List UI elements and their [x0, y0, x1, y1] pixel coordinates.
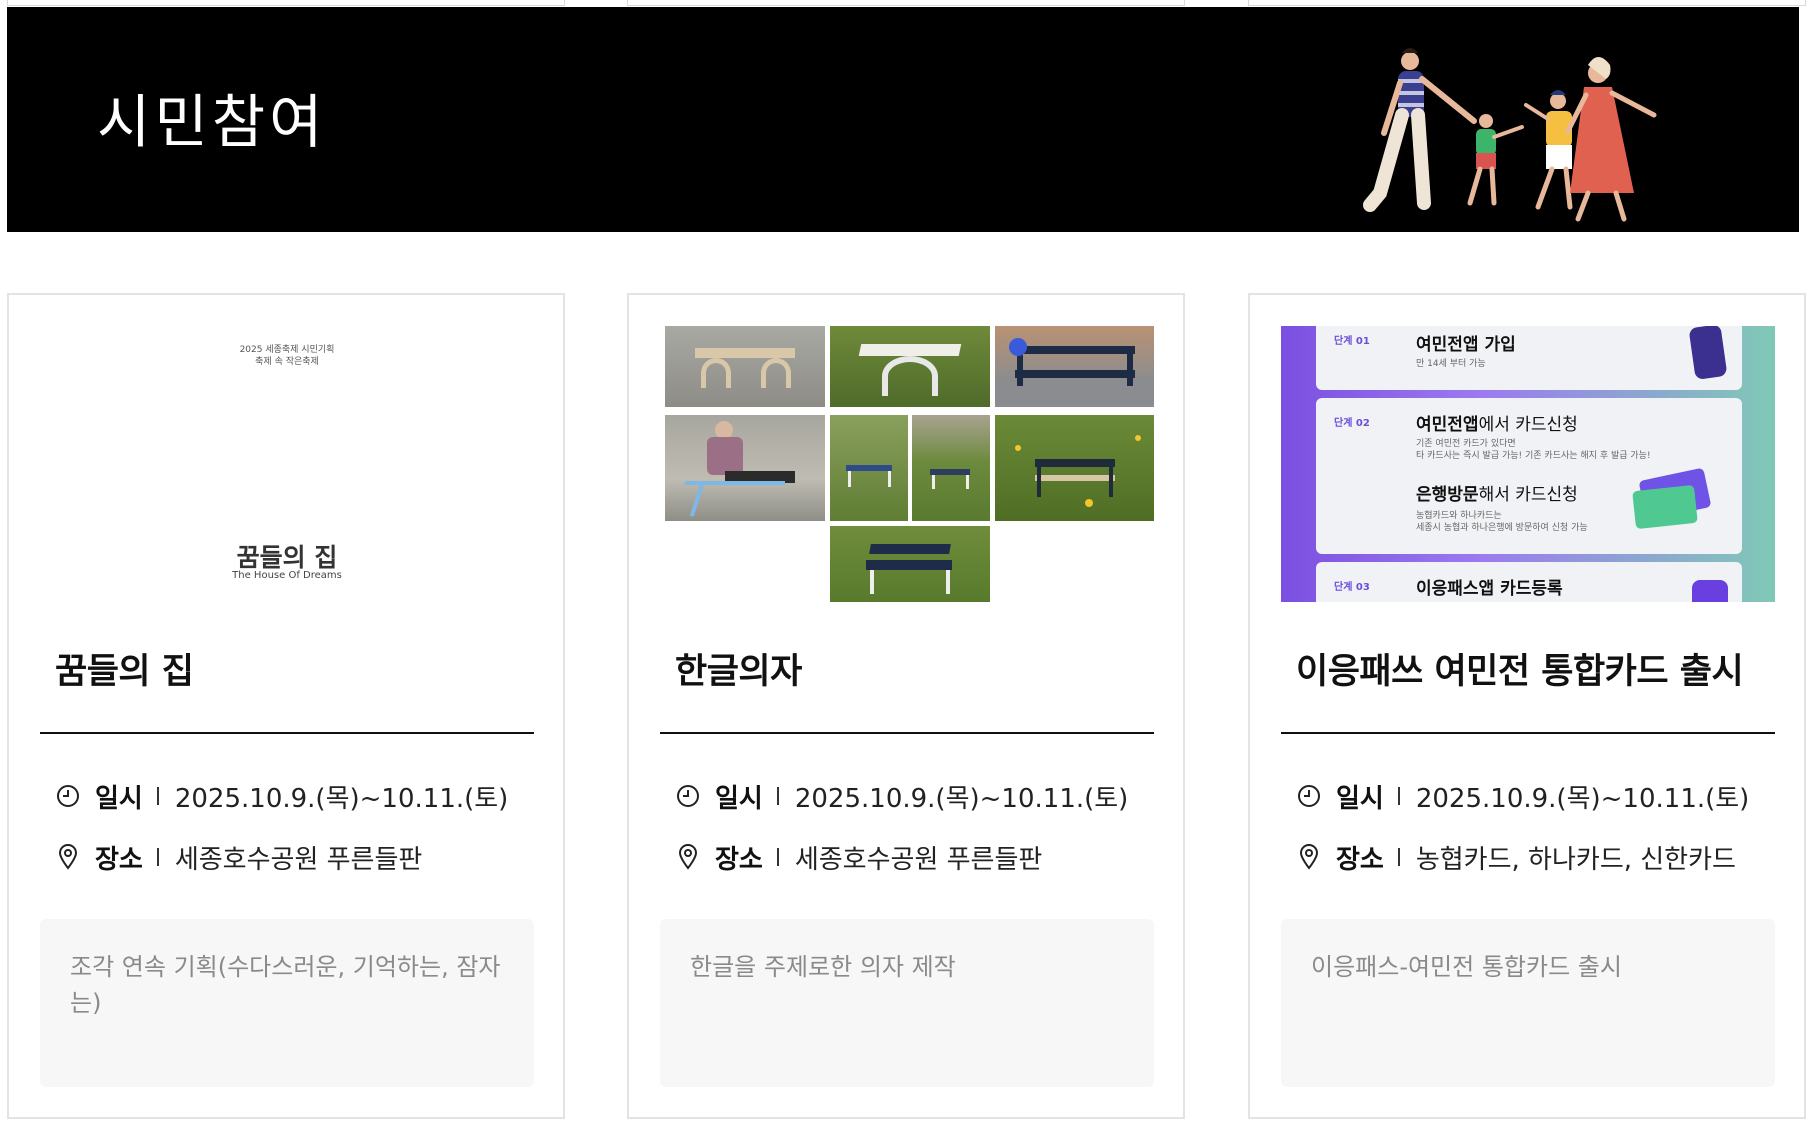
- location-pin-icon: [55, 843, 81, 871]
- bench-photo: [830, 326, 990, 407]
- divider: [1281, 732, 1775, 734]
- event-date-row: 일시 2025.10.9.(목)~10.11.(토): [55, 776, 525, 816]
- clock-icon: [1296, 782, 1322, 810]
- event-thumbnail: 2025 세종축제 시민기획 축제 속 작은축제 꿈들의 집 The House…: [40, 326, 534, 602]
- previous-card-edge: [7, 0, 565, 6]
- step-number: 단계 03: [1334, 582, 1370, 593]
- place-label: 장소: [95, 844, 143, 875]
- step-heading-bold: 은행방문: [1416, 485, 1479, 505]
- date-value: 2025.10.9.(목)~10.11.(토): [174, 783, 509, 814]
- place-label: 장소: [1336, 844, 1384, 875]
- clock-icon: [55, 782, 81, 810]
- event-place-row: 장소 농협카드, 하나카드, 신한카드: [1296, 837, 1766, 877]
- section-title: 시민참여: [97, 88, 327, 156]
- event-description: 조각 연속 기획(수다스러운, 기억하는, 잠자는): [40, 919, 534, 1087]
- phone-icon: [1688, 326, 1728, 380]
- clock-icon: [675, 782, 701, 810]
- poster-line: 2025 세종축제 시민기획: [239, 345, 335, 355]
- step-number: 단계 02: [1334, 418, 1370, 429]
- bench-photo: [995, 415, 1154, 521]
- separator: [156, 787, 159, 805]
- event-title[interactable]: 이응패쓰 여민전 통합카드 출시: [1296, 643, 1766, 694]
- event-thumbnail: [660, 326, 1154, 602]
- event-place-row: 장소 세종호수공원 푸른들판: [675, 837, 1145, 877]
- poster-line: 축제 속 작은축제: [255, 357, 319, 367]
- poster-subtitle: The House Of Dreams: [232, 570, 342, 581]
- bench-photo: [665, 415, 825, 521]
- step-heading-rest: 해서 카드신청: [1478, 485, 1578, 505]
- step-heading-rest: 에서 카드신청: [1478, 415, 1578, 435]
- separator: [1397, 848, 1400, 866]
- previous-card-edge: [627, 0, 1185, 6]
- step-note: 농협카드와 하나카드는: [1416, 511, 1502, 521]
- event-title[interactable]: 꿈들의 집: [55, 643, 525, 694]
- step-box: 단계 03 이응패스앱 카드등록: [1316, 562, 1742, 602]
- step-heading: 은행방문해서 카드신청: [1416, 480, 1578, 505]
- step-note: 세종시 농협과 하나은행에 방문하여 신청 가능: [1416, 523, 1588, 533]
- place-value: 세종호수공원 푸른들판: [794, 844, 1043, 875]
- location-pin-icon: [1296, 843, 1322, 871]
- step-heading-bold: 여민전앱 가입: [1416, 335, 1516, 355]
- step-heading: 여민전앱 가입: [1416, 330, 1516, 355]
- step-number: 단계 01: [1334, 336, 1370, 347]
- previous-card-edge: [1248, 0, 1806, 6]
- step-note: 타 카드사는 즉시 발급 가능! 기존 카드사는 해지 후 발급 가능!: [1416, 451, 1651, 461]
- step-note: 기존 여민전 카드가 있다면: [1416, 439, 1516, 449]
- bench-photo: [995, 326, 1154, 407]
- app-icon: [1692, 580, 1728, 602]
- event-description: 한글을 주제로한 의자 제작: [660, 919, 1154, 1087]
- event-card[interactable]: 2025 세종축제 시민기획 축제 속 작은축제 꿈들의 집 The House…: [7, 293, 565, 1119]
- event-title[interactable]: 한글의자: [675, 643, 1145, 694]
- credit-card-icon: [1632, 484, 1698, 530]
- event-card[interactable]: 한글의자 일시 2025.10.9.(목)~10.11.(토) 장소 세종호수공…: [627, 293, 1185, 1119]
- event-description: 이응패스-여민전 통합카드 출시: [1281, 919, 1775, 1087]
- place-value: 세종호수공원 푸른들판: [174, 844, 423, 875]
- bench-photo: [665, 326, 825, 407]
- divider: [660, 732, 1154, 734]
- section-banner: 시민참여: [7, 7, 1799, 232]
- step-heading: 이응패스앱 카드등록: [1416, 574, 1563, 599]
- date-label: 일시: [95, 783, 143, 814]
- separator: [776, 848, 779, 866]
- place-value: 농협카드, 하나카드, 신한카드: [1415, 844, 1736, 875]
- bench-photo: [830, 526, 990, 602]
- date-label: 일시: [715, 783, 763, 814]
- separator: [776, 787, 779, 805]
- event-card[interactable]: 단계 01 여민전앱 가입 만 14세 부터 가능 단계 02 여민전앱에서 카…: [1248, 293, 1806, 1119]
- event-place-row: 장소 세종호수공원 푸른들판: [55, 837, 525, 877]
- step-note: 만 14세 부터 가능: [1416, 359, 1486, 369]
- location-pin-icon: [675, 843, 701, 871]
- family-walking-illustration: [1363, 48, 1657, 222]
- event-thumbnail: 단계 01 여민전앱 가입 만 14세 부터 가능 단계 02 여민전앱에서 카…: [1281, 326, 1775, 602]
- step-box: 단계 01 여민전앱 가입 만 14세 부터 가능: [1316, 326, 1742, 390]
- date-value: 2025.10.9.(목)~10.11.(토): [1415, 783, 1750, 814]
- place-label: 장소: [715, 844, 763, 875]
- bench-photo: [912, 415, 990, 521]
- event-date-row: 일시 2025.10.9.(목)~10.11.(토): [1296, 776, 1766, 816]
- date-label: 일시: [1336, 783, 1384, 814]
- event-date-row: 일시 2025.10.9.(목)~10.11.(토): [675, 776, 1145, 816]
- poster-title: 꿈들의 집: [236, 543, 338, 572]
- date-value: 2025.10.9.(목)~10.11.(토): [794, 783, 1129, 814]
- separator: [156, 848, 159, 866]
- step-heading-bold: 여민전앱: [1416, 415, 1479, 435]
- step-box: 단계 02 여민전앱에서 카드신청 기존 여민전 카드가 있다면 타 카드사는 …: [1316, 398, 1742, 554]
- divider: [40, 732, 534, 734]
- step-heading-bold: 이응패스앱 카드등록: [1416, 579, 1563, 599]
- poster-image: 2025 세종축제 시민기획 축제 속 작은축제 꿈들의 집 The House…: [40, 326, 534, 602]
- card-signup-steps-image: 단계 01 여민전앱 가입 만 14세 부터 가능 단계 02 여민전앱에서 카…: [1281, 326, 1775, 602]
- bench-photo: [830, 415, 908, 521]
- separator: [1397, 787, 1400, 805]
- step-heading: 여민전앱에서 카드신청: [1416, 410, 1578, 435]
